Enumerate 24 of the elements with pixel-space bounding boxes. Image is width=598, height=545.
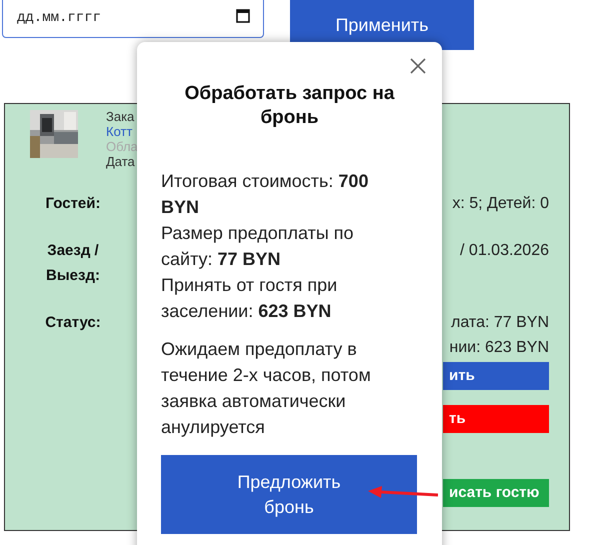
summary-text: Принять от гостя при заселении: 623 BYN: [161, 274, 338, 323]
summary-text: Размер предоплаты по сайту: 77 BYN: [161, 222, 355, 271]
booking-info-text[interactable]: Котт: [106, 124, 138, 139]
booking-info-text: Обла: [106, 139, 138, 154]
field-value: нии: 623 BYN: [449, 338, 549, 358]
action-button[interactable]: исать гостю: [443, 479, 549, 507]
field-value: / 01.03.2026: [460, 241, 549, 261]
field-value: лата: 77 BYN: [451, 313, 549, 333]
field-value: х: 5; Детей: 0: [452, 194, 549, 214]
confirm-button[interactable]: Предложить бронь: [161, 455, 417, 534]
field-label: Заезд / Выезд:: [45, 241, 101, 286]
calendar-icon: [236, 8, 250, 23]
close-button[interactable]: [408, 56, 428, 76]
close-icon: [410, 58, 426, 74]
summary-text: Итоговая стоимость: 700 BYN: [161, 170, 370, 219]
field-label: Статус:: [44, 313, 102, 333]
note-text: Ожидаем предоплату в течение 2-х часов, потом заявка автоматически анулируется: [161, 338, 372, 439]
booking-info-text: Зака: [106, 109, 136, 124]
booking-info-text: Дата: [106, 154, 136, 169]
date-field[interactable]: дд.мм.гггг: [2, 0, 264, 38]
dialog-title: Обработать запрос на бронь: [184, 82, 396, 130]
action-button[interactable]: ить: [443, 362, 549, 390]
action-button[interactable]: ть: [443, 405, 549, 433]
field-label: Гостей:: [44, 194, 102, 214]
